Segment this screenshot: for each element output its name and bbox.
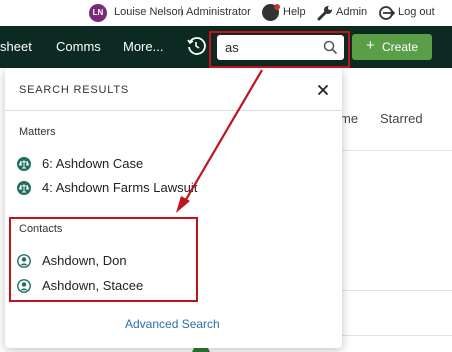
annotation-arrow <box>176 69 263 213</box>
